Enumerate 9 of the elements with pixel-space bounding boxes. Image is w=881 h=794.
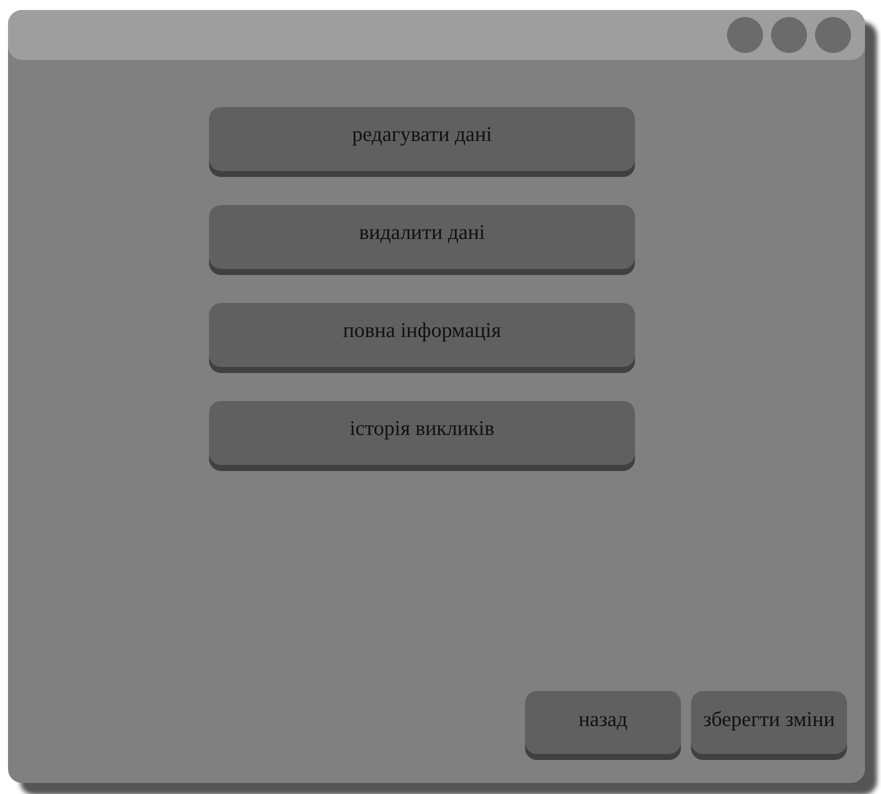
save-button[interactable]: зберегти зміни	[691, 691, 847, 754]
back-button[interactable]: назад	[525, 691, 681, 754]
window-control-button[interactable]	[727, 17, 763, 53]
menu-button[interactable]: повна інформація	[209, 303, 635, 367]
window-control-button[interactable]	[815, 17, 851, 53]
menu-button[interactable]: історія викликів	[209, 401, 635, 465]
window-control-button[interactable]	[771, 17, 807, 53]
menu-button[interactable]: редагувати дані	[209, 107, 635, 171]
menu-button[interactable]: видалити дані	[209, 205, 635, 269]
